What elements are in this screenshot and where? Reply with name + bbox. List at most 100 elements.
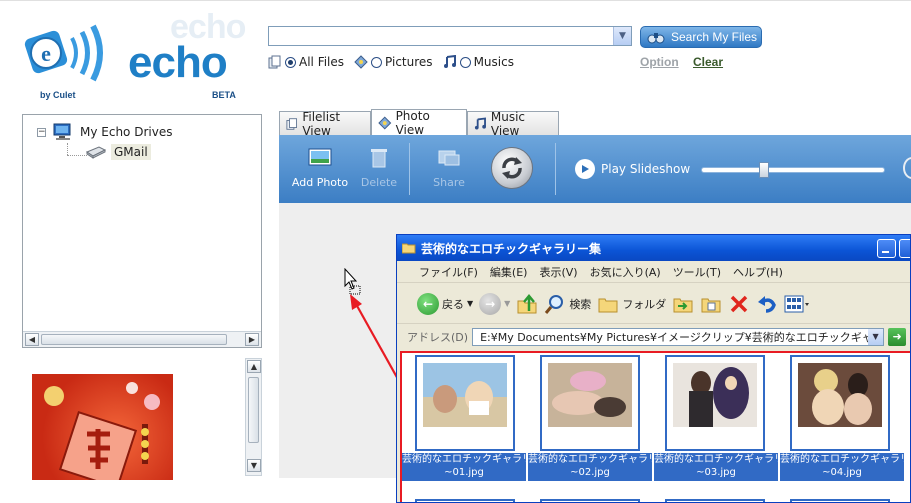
slideshow-label: Play Slideshow	[601, 162, 691, 176]
menu-edit[interactable]: 編集(E)	[490, 264, 528, 280]
move-to-button[interactable]	[672, 293, 694, 315]
radio-musics[interactable]	[459, 56, 471, 68]
address-field[interactable]: E:¥My Documents¥My Pictures¥イメージクリップ¥芸術的…	[472, 328, 885, 346]
vertical-scrollbar[interactable]: ▲ ▼	[245, 358, 262, 476]
radio-all-files[interactable]	[285, 56, 296, 68]
scroll-left-icon[interactable]: ◀	[25, 333, 39, 346]
up-folder-button[interactable]	[516, 293, 538, 315]
thumbnail-08[interactable]	[790, 499, 890, 502]
forward-dropdown-icon[interactable]: ▼	[504, 299, 510, 308]
go-arrow-icon[interactable]: ➜	[888, 328, 907, 346]
chevron-down-icon[interactable]: ▼	[613, 27, 631, 45]
radio-pictures[interactable]	[371, 56, 383, 68]
tab-filelist-view[interactable]: Filelist View	[279, 110, 371, 138]
collapse-toggle[interactable]: −	[37, 127, 46, 137]
toolbar-separator-2	[555, 143, 556, 195]
file-ext-03: ~03.jpg	[696, 467, 736, 478]
svg-text:e: e	[41, 41, 51, 66]
folders-button[interactable]: フォルダ	[597, 293, 666, 315]
search-combobox[interactable]: ▼	[268, 26, 632, 46]
explorer-toolbar: ← 戻る ▼ → ▼ 検索 フォルダ	[397, 284, 910, 324]
photo-icon	[378, 116, 392, 129]
filter-all-files[interactable]: All Files	[268, 55, 344, 69]
copy-to-button[interactable]	[700, 293, 722, 315]
undo-button[interactable]	[756, 293, 778, 315]
clear-link[interactable]: Clear	[693, 55, 723, 69]
refresh-button[interactable]	[491, 147, 533, 189]
search-my-files-button[interactable]: Search My Files	[640, 26, 762, 48]
delete-button[interactable]: Delete	[357, 147, 401, 189]
menu-file[interactable]: ファイル(F)	[419, 264, 478, 280]
horizontal-scrollbar[interactable]: ◀ ▶	[23, 331, 261, 347]
slider-track	[701, 167, 885, 173]
file-caption-02[interactable]: 芸術的なエロチックギャラリ ~02.jpg	[528, 453, 652, 481]
file-name-02: 芸術的なエロチックギャラリ	[528, 454, 652, 465]
back-dropdown-icon[interactable]: ▼	[467, 299, 473, 308]
filter-musics-label: Musics	[473, 55, 514, 69]
scroll-thumb-vertical[interactable]	[248, 377, 259, 443]
lucky-character-illustration-icon	[44, 382, 160, 480]
add-photo-label: Add Photo	[291, 176, 349, 189]
slider-knob[interactable]	[759, 162, 769, 178]
explorer-menu-bar: ファイル(F) 編集(E) 表示(V) お気に入り(A) ツール(T) ヘルプ(…	[397, 261, 910, 283]
file-ext-04: ~04.jpg	[822, 467, 862, 478]
files-icon	[268, 55, 281, 69]
views-button[interactable]	[784, 294, 810, 314]
scroll-thumb[interactable]	[41, 334, 227, 345]
back-arrow-icon: ←	[417, 292, 439, 315]
share-button[interactable]: Share	[427, 147, 471, 189]
add-photo-button[interactable]: Add Photo	[289, 147, 351, 189]
scroll-right-icon[interactable]: ▶	[245, 333, 259, 346]
explorer-title-bar[interactable]: 芸術的なエロチックギャラリー集	[397, 235, 910, 261]
address-label: アドレス(D)	[407, 331, 469, 344]
thumbnail-05[interactable]	[415, 499, 515, 502]
thumbnail-04[interactable]	[790, 355, 890, 451]
address-dropdown-icon[interactable]: ▼	[868, 329, 884, 345]
computer-monitor-icon	[53, 123, 71, 140]
delete-file-button[interactable]	[728, 293, 750, 315]
logo-byline: by Culet	[40, 90, 76, 100]
binoculars-icon	[647, 33, 665, 44]
magnifier-icon	[545, 294, 564, 314]
thumbnail-07[interactable]	[665, 499, 765, 502]
forward-button[interactable]: → ▼	[479, 292, 510, 315]
up-folder-icon	[517, 293, 537, 313]
menu-help[interactable]: ヘルプ(H)	[733, 264, 783, 280]
menu-favorites[interactable]: お気に入り(A)	[590, 264, 661, 280]
music-note-icon	[443, 55, 456, 68]
explorer-window: 芸術的なエロチックギャラリー集 ファイル(F) 編集(E) 表示(V) お気に入…	[396, 234, 911, 503]
zoom-icon[interactable]	[903, 157, 911, 179]
search-button[interactable]: 検索	[544, 293, 591, 315]
tree-item-gmail[interactable]: GMail	[85, 144, 151, 160]
play-slideshow-button[interactable]: Play Slideshow	[575, 159, 690, 179]
minimize-icon[interactable]	[877, 239, 896, 258]
menu-view[interactable]: 表示(V)	[539, 264, 577, 280]
tree-root-label: My Echo Drives	[80, 125, 173, 139]
folder-open-icon	[402, 243, 416, 254]
filter-pictures[interactable]: Pictures	[354, 55, 433, 69]
thumbnail-01[interactable]	[415, 355, 515, 451]
tree-child-label: GMail	[111, 144, 151, 160]
scroll-down-icon[interactable]: ▼	[247, 459, 261, 472]
tree-item-my-echo-drives[interactable]: − My Echo Drives	[37, 123, 172, 141]
file-caption-04[interactable]: 芸術的なエロチックギャラリ ~04.jpg	[780, 453, 904, 481]
option-link[interactable]: Option	[640, 55, 679, 69]
back-button[interactable]: ← 戻る ▼	[417, 292, 473, 315]
search-input[interactable]	[269, 27, 609, 45]
menu-tools[interactable]: ツール(T)	[673, 264, 721, 280]
file-caption-03[interactable]: 芸術的なエロチックギャラリ ~03.jpg	[654, 453, 778, 481]
maximize-icon[interactable]	[899, 239, 910, 258]
tab-music-view[interactable]: Music View	[467, 110, 559, 138]
tab-photo-view[interactable]: Photo View	[371, 109, 467, 137]
move-to-icon	[673, 298, 693, 312]
filter-musics[interactable]: Musics	[443, 55, 514, 69]
scroll-up-icon[interactable]: ▲	[247, 360, 261, 373]
delete-x-icon	[731, 295, 748, 312]
thumbnail-06[interactable]	[540, 499, 640, 502]
thumbnail-02[interactable]	[540, 355, 640, 451]
thumbnail-03[interactable]	[665, 355, 765, 451]
tree-connector	[67, 143, 68, 155]
file-caption-01[interactable]: 芸術的なエロチックギャラリ ~01.jpg	[402, 453, 526, 481]
logo-wordmark: echo	[128, 38, 228, 87]
slideshow-speed-slider[interactable]	[697, 162, 887, 178]
